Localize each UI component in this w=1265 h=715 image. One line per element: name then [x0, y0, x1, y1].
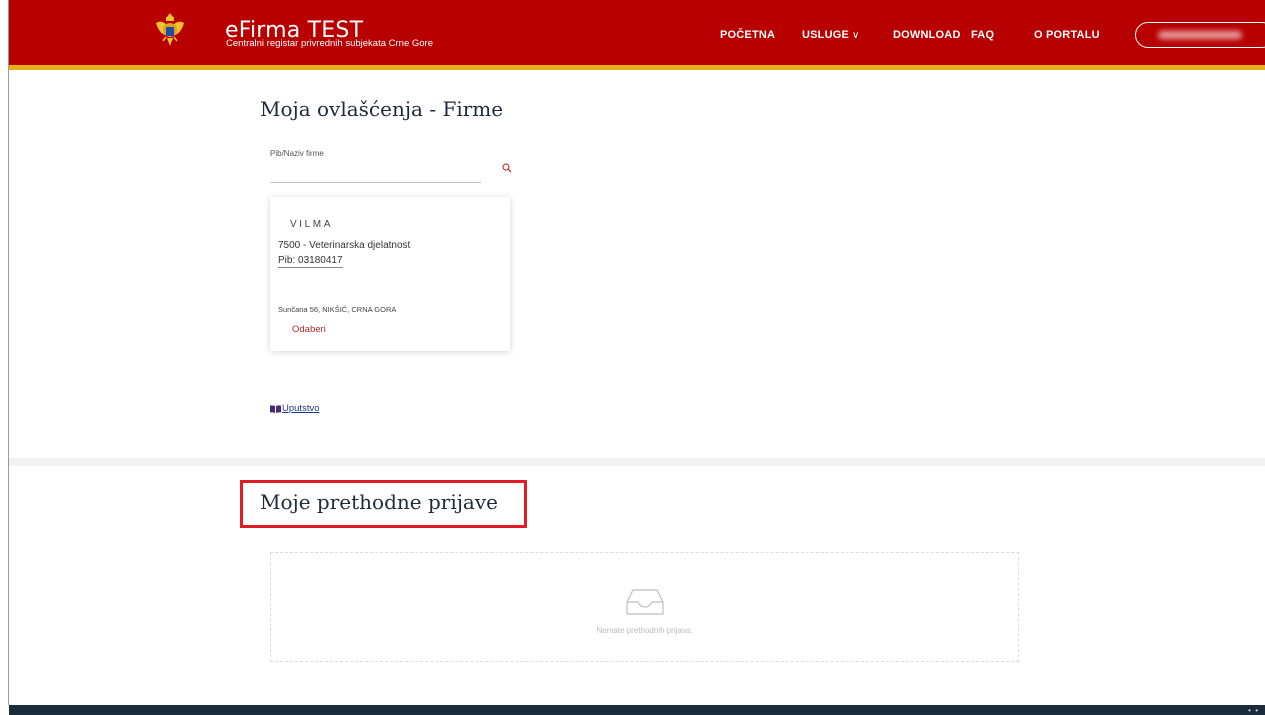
nav-pocetna-label: POČETNA	[720, 29, 776, 41]
search-input[interactable]	[270, 160, 481, 183]
user-account-button[interactable]	[1135, 22, 1265, 48]
company-name: VILMA	[290, 219, 334, 230]
nav-pocetna[interactable]: POČETNA	[720, 29, 775, 41]
nav-usluge[interactable]: USLUGE ∨	[802, 29, 860, 41]
page-title: Moja ovlašćenja - Firme	[260, 97, 504, 121]
section-divider	[9, 458, 1265, 466]
top-navigation-bar: eFirma TEST Centralni registar privredni…	[9, 0, 1265, 70]
search-icon[interactable]	[502, 163, 512, 173]
nav-o-portalu[interactable]: O PORTALU	[1034, 29, 1100, 41]
company-pib: Pib: 03180417	[278, 255, 343, 268]
nav-usluge-label: USLUGE	[802, 29, 850, 41]
footer-bar: • •	[9, 705, 1265, 715]
empty-inbox-icon	[626, 589, 664, 615]
nav-o-portalu-label: O PORTALU	[1034, 29, 1100, 41]
guide-link[interactable]: Uputstvo	[270, 403, 320, 414]
chevron-down-icon: ∨	[852, 30, 860, 41]
nav-faq[interactable]: FAQ	[971, 29, 994, 41]
authorizations-section	[9, 70, 1265, 458]
company-activity: 7500 - Veterinarska djelatnost	[278, 240, 411, 251]
footer-dots-icon: • •	[1248, 706, 1259, 715]
empty-message: Nemate prethodnih prijava.	[596, 626, 693, 635]
coat-of-arms-logo[interactable]	[155, 11, 185, 49]
nav-faq-label: FAQ	[971, 29, 995, 41]
empty-applications-panel: Nemate prethodnih prijava.	[270, 552, 1019, 662]
company-card: VILMA 7500 - Veterinarska djelatnost Pib…	[270, 197, 510, 351]
nav-download[interactable]: DOWNLOAD	[893, 29, 961, 41]
nav-download-label: DOWNLOAD	[893, 29, 961, 41]
select-company-link[interactable]: Odaberi	[292, 324, 326, 335]
search-label: Pib/Naziv firme	[270, 149, 324, 158]
guide-link-label: Uputstvo	[282, 403, 320, 414]
blurred-username	[1158, 31, 1242, 39]
company-address: Sunčana 56, NIKŠIĆ, CRNA GORA	[278, 305, 397, 314]
book-icon	[270, 404, 281, 413]
previous-applications-title: Moje prethodne prijave	[260, 490, 498, 514]
brand-subtitle: Centralni registar privrednih subjekata …	[226, 38, 433, 49]
